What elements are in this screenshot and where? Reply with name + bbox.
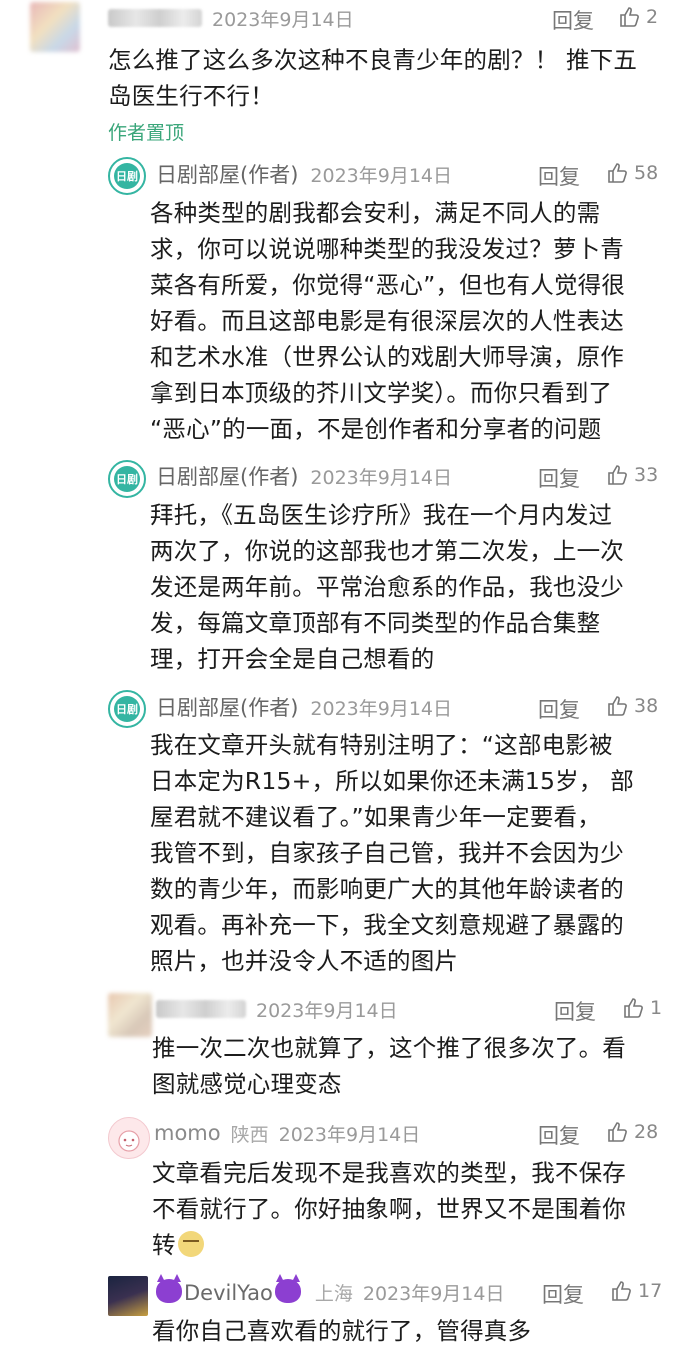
- comment-text: 我在文章开头就有特别注明了：“这部电影被 日本定为R15+，所以如果你还未满15…: [150, 731, 634, 975]
- location-label: 陕西: [230, 1123, 269, 1146]
- comment-meta: DevilYao 上海 2023年9月14日: [154, 1274, 505, 1307]
- reply-button[interactable]: 回复: [554, 996, 596, 1026]
- like-button[interactable]: 2: [618, 5, 658, 29]
- reply-button[interactable]: 回复: [538, 463, 580, 493]
- user-avatar[interactable]: [108, 1276, 148, 1316]
- username[interactable]: DevilYao: [154, 1274, 303, 1305]
- unamused-emoji-icon: [177, 1231, 204, 1257]
- like-button[interactable]: 58: [606, 161, 658, 185]
- blurred-avatar[interactable]: [108, 993, 152, 1037]
- reply-button[interactable]: 回复: [538, 161, 580, 191]
- reply-button[interactable]: 回复: [538, 1120, 580, 1150]
- like-button[interactable]: 33: [606, 463, 658, 487]
- like-button[interactable]: 1: [622, 996, 662, 1020]
- reply-button[interactable]: 回复: [552, 5, 594, 35]
- thumbs-up-icon: [608, 1122, 627, 1142]
- like-count: 17: [638, 1280, 663, 1302]
- devil-emoji-icon: [274, 1274, 301, 1303]
- username[interactable]: 日剧部屋(作者): [156, 692, 298, 722]
- comment-time: 2023年9月14日: [256, 999, 398, 1022]
- thumbs-up-icon: [608, 696, 627, 716]
- comment-meta: 2023年9月14日: [108, 3, 354, 33]
- comment-meta: momo 陕西 2023年9月14日: [154, 1118, 420, 1148]
- username[interactable]: 日剧部屋(作者): [156, 461, 298, 491]
- comment-time: 2023年9月14日: [310, 164, 453, 187]
- comment-meta: 2023年9月14日: [156, 994, 398, 1024]
- comment-time: 2023年9月14日: [362, 1282, 505, 1305]
- thumbs-up-icon: [624, 998, 643, 1018]
- blurred-avatar[interactable]: [30, 2, 80, 52]
- author-avatar[interactable]: 日剧: [108, 690, 146, 728]
- comment-meta: 日剧部屋(作者) 2023年9月14日: [156, 692, 452, 722]
- thumbs-up-icon: [608, 163, 627, 183]
- thumbs-up-icon: [608, 465, 627, 485]
- comment-meta: 日剧部屋(作者) 2023年9月14日: [156, 159, 452, 189]
- comment-text: 拜托，《五岛医生诊疗所》我在一个月内发过 两次了，你说的这部我也才第二次发，上一…: [150, 501, 624, 673]
- comment-text: 怎么推了这么多次这种不良青少年的剧？！ 推下五 岛医生行不行！: [108, 46, 638, 110]
- author-avatar[interactable]: 日剧: [108, 460, 146, 498]
- comment-text: 各种类型的剧我都会安利，满足不同人的需 求，你可以说说哪种类型的我没发过？萝卜青…: [150, 199, 626, 443]
- like-count: 38: [634, 695, 659, 717]
- username[interactable]: 日剧部屋(作者): [156, 159, 298, 189]
- comment-time: 2023年9月14日: [212, 8, 354, 31]
- comment-text: 看你自己喜欢看的就行了，管得真多: [152, 1317, 532, 1345]
- thumbs-up-icon: [620, 7, 639, 27]
- thumbs-up-icon: [612, 1281, 631, 1301]
- like-count: 33: [634, 464, 659, 486]
- like-button[interactable]: 38: [606, 694, 658, 718]
- comment-text: 文章看完后发现不是我喜欢的类型，我不保存 不看就行了。你好抽象啊，世界又不是围着…: [152, 1159, 626, 1259]
- like-count: 2: [646, 6, 659, 28]
- reply-button[interactable]: 回复: [542, 1279, 584, 1309]
- comment-time: 2023年9月14日: [310, 466, 453, 489]
- like-count: 1: [650, 997, 663, 1019]
- location-label: 上海: [314, 1282, 353, 1305]
- comment-meta: 日剧部屋(作者) 2023年9月14日: [156, 461, 452, 491]
- author-avatar[interactable]: 日剧: [108, 157, 146, 195]
- like-count: 28: [634, 1121, 659, 1143]
- devil-emoji-icon: [156, 1274, 182, 1303]
- cat-avatar-icon: [118, 1130, 140, 1152]
- comment-time: 2023年9月14日: [310, 697, 453, 720]
- user-avatar[interactable]: [108, 1117, 150, 1159]
- like-button[interactable]: 17: [610, 1279, 662, 1303]
- comment-text: 推一次二次也就算了，这个推了很多次了。看 图就感觉心理变态: [152, 1034, 626, 1098]
- blurred-username[interactable]: [156, 1000, 246, 1018]
- pinned-label: 作者置顶: [108, 122, 185, 144]
- reply-button[interactable]: 回复: [538, 694, 580, 724]
- like-button[interactable]: 28: [606, 1120, 658, 1144]
- blurred-username[interactable]: [108, 9, 202, 27]
- like-count: 58: [634, 162, 659, 184]
- comment-time: 2023年9月14日: [278, 1123, 421, 1146]
- username[interactable]: momo: [154, 1121, 221, 1145]
